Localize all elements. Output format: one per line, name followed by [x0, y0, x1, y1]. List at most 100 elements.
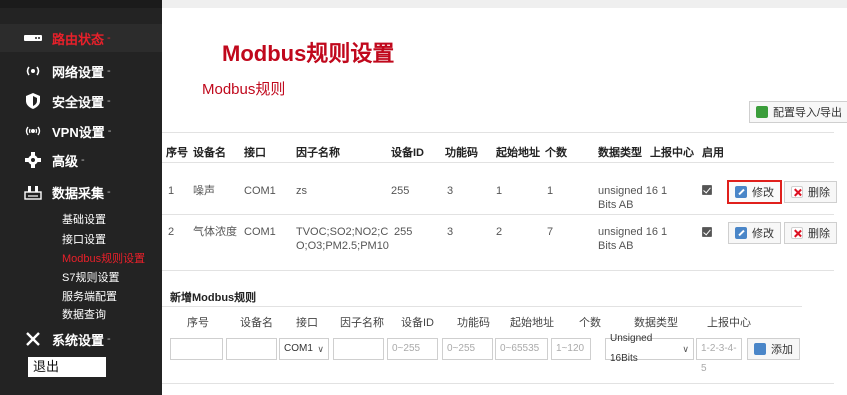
start-address-input[interactable]: 0~65535	[495, 338, 548, 360]
sidebar-item-system-settings[interactable]: 系统设置 -	[0, 325, 162, 353]
header-count: 个数	[545, 147, 567, 159]
delete-button[interactable]: 删除	[784, 181, 837, 203]
table-row-line	[162, 214, 834, 215]
edit-button[interactable]: 修改	[728, 222, 781, 244]
cell-port: COM1	[244, 185, 276, 197]
delete-label: 删除	[808, 187, 830, 199]
sidebar-item-data-collection[interactable]: 数据采集 -	[0, 178, 162, 206]
edit-icon	[735, 227, 747, 239]
new-header-port: 接口	[296, 317, 318, 329]
data-type-value: Unsigned 16Bits	[610, 333, 653, 364]
section-title: Modbus规则	[202, 81, 286, 98]
chevron-icon: -	[107, 65, 111, 77]
new-header-factor: 因子名称	[340, 317, 384, 329]
gear-icon	[22, 150, 44, 170]
sidebar-item-label: 网络设置	[52, 64, 105, 80]
table-bottom-line	[162, 270, 834, 271]
table-top-line	[162, 132, 834, 133]
cell-device-id: 255	[394, 226, 413, 238]
port-select-value: COM1	[284, 343, 313, 354]
factor-name-input[interactable]	[333, 338, 384, 360]
device-id-input[interactable]: 0~255	[387, 338, 438, 360]
sidebar-item-network[interactable]: 网络设置 -	[0, 57, 162, 85]
table-header-line	[162, 162, 834, 163]
import-export-button[interactable]: 配置导入/导出	[749, 101, 847, 123]
cell-device-id: 255	[391, 185, 410, 197]
sub-item-modbus-rules[interactable]: Modbus规则设置	[62, 252, 145, 266]
add-label: 添加	[771, 344, 793, 356]
header-enabled: 启用	[702, 147, 724, 159]
cell-dtype: unsigned 16 1 Bits AB	[598, 226, 668, 252]
sidebar-item-label: 高级	[52, 153, 79, 169]
header-start: 起始地址	[496, 147, 540, 159]
shield-icon	[22, 91, 44, 111]
data-type-select[interactable]: Unsigned 16Bits ∨	[605, 333, 694, 364]
sub-item-basic-settings[interactable]: 基础设置	[62, 213, 106, 227]
sub-item-s7-rules[interactable]: S7规则设置	[62, 271, 119, 285]
cell-factor: TVOC;SO2;NO2;CO;O3;PM2.5;PM10	[296, 226, 389, 252]
enabled-checkbox[interactable]	[702, 227, 712, 237]
sub-item-data-query[interactable]: 数据查询	[62, 308, 106, 322]
cell-port: COM1	[244, 226, 276, 238]
new-rule-line	[162, 306, 802, 307]
cell-start: 2	[496, 226, 503, 238]
sidebar-top-strip	[0, 0, 162, 8]
new-header-start: 起始地址	[510, 317, 554, 329]
router-icon	[22, 28, 44, 48]
new-rule-title: 新增Modbus规则	[170, 292, 257, 304]
delete-icon	[791, 186, 803, 198]
new-header-device-id: 设备ID	[401, 317, 434, 329]
chevron-down-icon: ∨	[682, 344, 689, 354]
cell-device: 气体浓度	[193, 226, 237, 238]
sub-item-server-config[interactable]: 服务端配置	[62, 290, 117, 304]
chevron-icon: -	[107, 125, 112, 137]
delete-icon	[791, 227, 803, 239]
add-button[interactable]: 添加	[747, 338, 800, 360]
header-dtype: 数据类型	[598, 147, 642, 159]
function-code-input[interactable]: 0~255	[442, 338, 493, 360]
sidebar-item-advanced[interactable]: 高级 -	[0, 146, 162, 174]
chevron-icon: -	[107, 95, 111, 107]
index-input[interactable]	[170, 338, 223, 360]
cell-start: 1	[496, 185, 503, 197]
port-select[interactable]: COM1 ∨	[279, 338, 329, 360]
edit-icon	[735, 186, 747, 198]
sidebar: 路由状态 - 网络设置 - 安全设置 - VPN设置 - 高级 - 数据采集 -…	[0, 0, 162, 395]
page-title: Modbus规则设置	[222, 41, 395, 66]
header-device: 设备名	[193, 147, 226, 159]
sidebar-item-security[interactable]: 安全设置 -	[0, 87, 162, 115]
bottom-line	[162, 383, 834, 384]
cell-device: 噪声	[193, 185, 215, 197]
data-icon	[22, 182, 44, 202]
new-header-dtype: 数据类型	[634, 317, 678, 329]
header-device-id: 设备ID	[391, 147, 424, 159]
main-content: Modbus规则设置 Modbus规则 配置导入/导出 序号 设备名 接口 因子…	[162, 0, 847, 395]
new-header-index: 序号	[187, 317, 209, 329]
sidebar-item-label: VPN设置	[52, 124, 105, 140]
cell-factor: zs	[296, 185, 307, 197]
cell-count: 1	[547, 185, 554, 197]
new-header-func: 功能码	[457, 317, 490, 329]
header-center: 上报中心	[650, 147, 694, 159]
add-icon	[754, 343, 766, 355]
sub-item-interface-settings[interactable]: 接口设置	[62, 233, 106, 247]
sidebar-item-router-status[interactable]: 路由状态 -	[0, 24, 162, 52]
delete-button[interactable]: 删除	[784, 222, 837, 244]
enabled-checkbox[interactable]	[702, 185, 712, 195]
cell-index: 2	[168, 226, 175, 238]
report-center-input[interactable]: 1-2-3-4-5	[696, 338, 742, 374]
cell-func: 3	[447, 226, 454, 238]
count-input[interactable]: 1~120	[551, 338, 591, 360]
logout-button[interactable]: 退出	[28, 357, 106, 377]
sidebar-item-vpn[interactable]: VPN设置 -	[0, 117, 162, 145]
header-port: 接口	[244, 147, 266, 159]
sidebar-item-label: 数据采集	[52, 185, 105, 201]
chevron-icon: -	[107, 32, 111, 44]
device-name-input[interactable]	[226, 338, 277, 360]
header-func: 功能码	[445, 147, 478, 159]
sidebar-item-label: 系统设置	[52, 332, 105, 348]
new-header-count: 个数	[579, 317, 601, 329]
chevron-icon: -	[81, 154, 85, 166]
sidebar-item-label: 安全设置	[52, 94, 105, 110]
edit-button[interactable]: 修改	[727, 180, 782, 204]
